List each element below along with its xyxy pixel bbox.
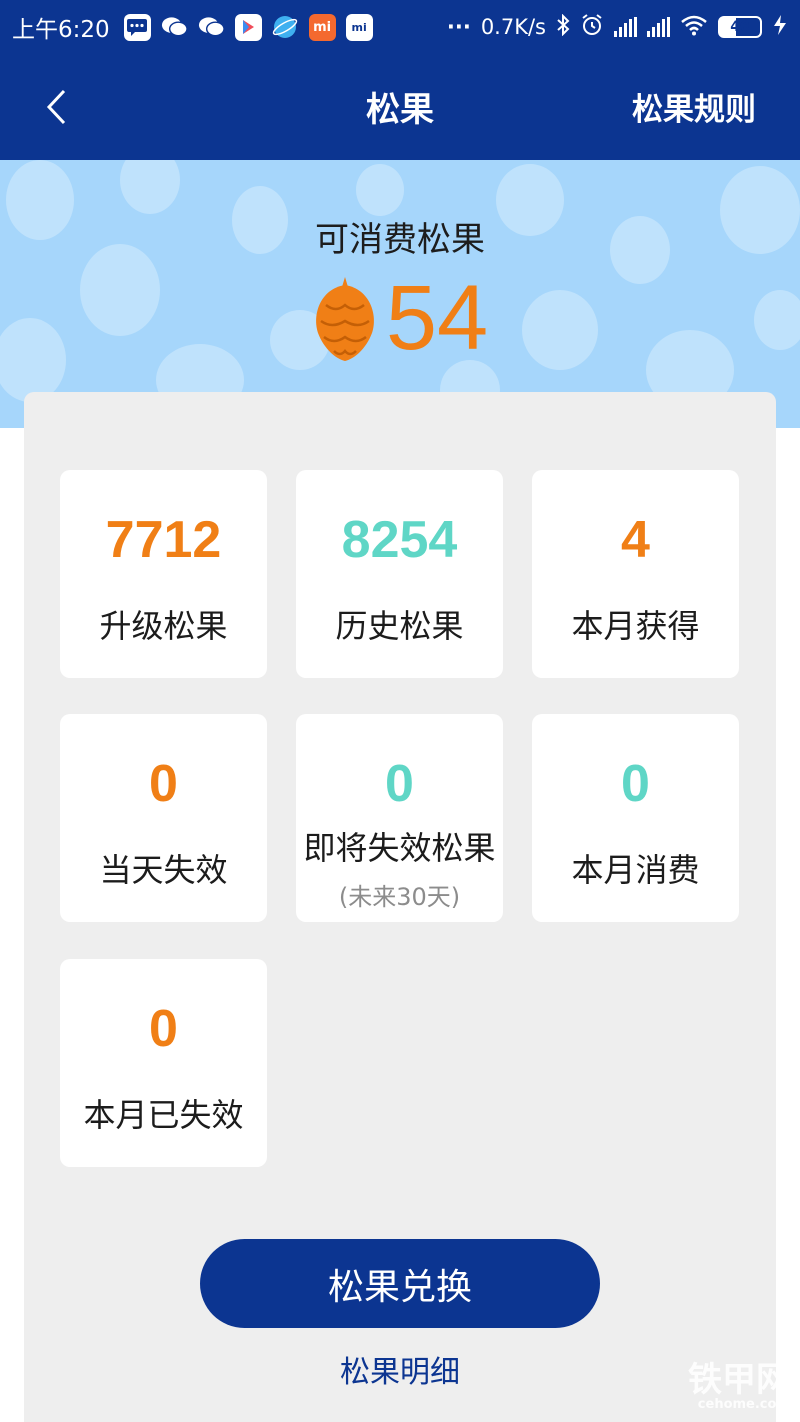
exchange-button[interactable]: 松果兑换 bbox=[200, 1239, 600, 1328]
browser-icon bbox=[272, 14, 299, 41]
balance-row: 54 bbox=[0, 272, 800, 364]
battery-level: 40 bbox=[730, 19, 750, 35]
stat-label: 本月已失效 bbox=[83, 1096, 244, 1134]
stat-value: 7712 bbox=[105, 511, 222, 569]
stat-label: 即将失效松果 bbox=[303, 829, 496, 867]
battery-icon: 40 bbox=[718, 16, 762, 38]
bluetooth-icon bbox=[556, 13, 570, 41]
signal-icon bbox=[647, 17, 670, 37]
stat-value: 4 bbox=[621, 511, 650, 569]
stat-sublabel: (未来30天) bbox=[338, 883, 461, 911]
rules-link[interactable]: 松果规则 bbox=[632, 84, 756, 129]
stat-label: 本月获得 bbox=[571, 607, 700, 645]
balance-label: 可消费松果 bbox=[315, 220, 485, 260]
alarm-icon bbox=[580, 13, 604, 42]
video-play-icon bbox=[234, 13, 262, 41]
stat-value: 8254 bbox=[341, 511, 458, 569]
watermark-text: 铁甲网 bbox=[688, 1360, 790, 1400]
stat-value: 0 bbox=[149, 1000, 178, 1058]
watermark: 铁甲网 cehome.com bbox=[688, 1362, 790, 1412]
stat-label: 历史松果 bbox=[335, 607, 464, 645]
wifi-icon bbox=[680, 14, 708, 41]
stat-card-month-earned: 4 本月获得 bbox=[532, 470, 739, 678]
wechat-icon bbox=[198, 14, 225, 41]
watermark-domain: cehome.com bbox=[697, 1397, 790, 1412]
pinecone-icon bbox=[315, 277, 374, 361]
message-icon bbox=[123, 13, 151, 41]
net-speed: 0.7K/s bbox=[480, 15, 546, 39]
stat-card-today-expired: 0 当天失效 bbox=[60, 714, 267, 922]
stat-card-upgrade: 7712 升级松果 bbox=[60, 470, 267, 678]
status-time: 上午6:20 bbox=[12, 17, 110, 43]
stat-value: 0 bbox=[149, 755, 178, 813]
mi-shop-icon: mi bbox=[345, 13, 373, 41]
notification-icons: mi mi bbox=[123, 13, 373, 41]
stat-label: 本月消费 bbox=[571, 851, 700, 889]
stat-card-month-expired: 0 本月已失效 bbox=[60, 959, 267, 1167]
stat-label: 当天失效 bbox=[99, 851, 228, 889]
stat-value: 0 bbox=[385, 755, 414, 813]
balance-value: 54 bbox=[385, 267, 489, 369]
mi-store-icon: mi bbox=[308, 13, 336, 41]
status-bar: 上午6:20 mi mi ··· 0.7K/s 40 bbox=[0, 0, 800, 54]
nav-bar: 松果 松果规则 bbox=[0, 54, 800, 160]
stat-card-expiring-soon: 0 即将失效松果 (未来30天) bbox=[296, 714, 503, 922]
balance-header: 可消费松果 54 bbox=[0, 160, 800, 428]
stat-card-history: 8254 历史松果 bbox=[296, 470, 503, 678]
more-dots: ··· bbox=[446, 15, 471, 39]
status-right: ··· 0.7K/s 40 bbox=[447, 13, 788, 42]
charging-icon bbox=[772, 14, 788, 41]
signal-icon bbox=[614, 17, 637, 37]
stat-card-month-spent: 0 本月消费 bbox=[532, 714, 739, 922]
wechat-icon bbox=[161, 14, 188, 41]
details-link[interactable]: 松果明细 bbox=[0, 1347, 800, 1391]
stat-value: 0 bbox=[621, 755, 650, 813]
stat-label: 升级松果 bbox=[99, 607, 228, 645]
